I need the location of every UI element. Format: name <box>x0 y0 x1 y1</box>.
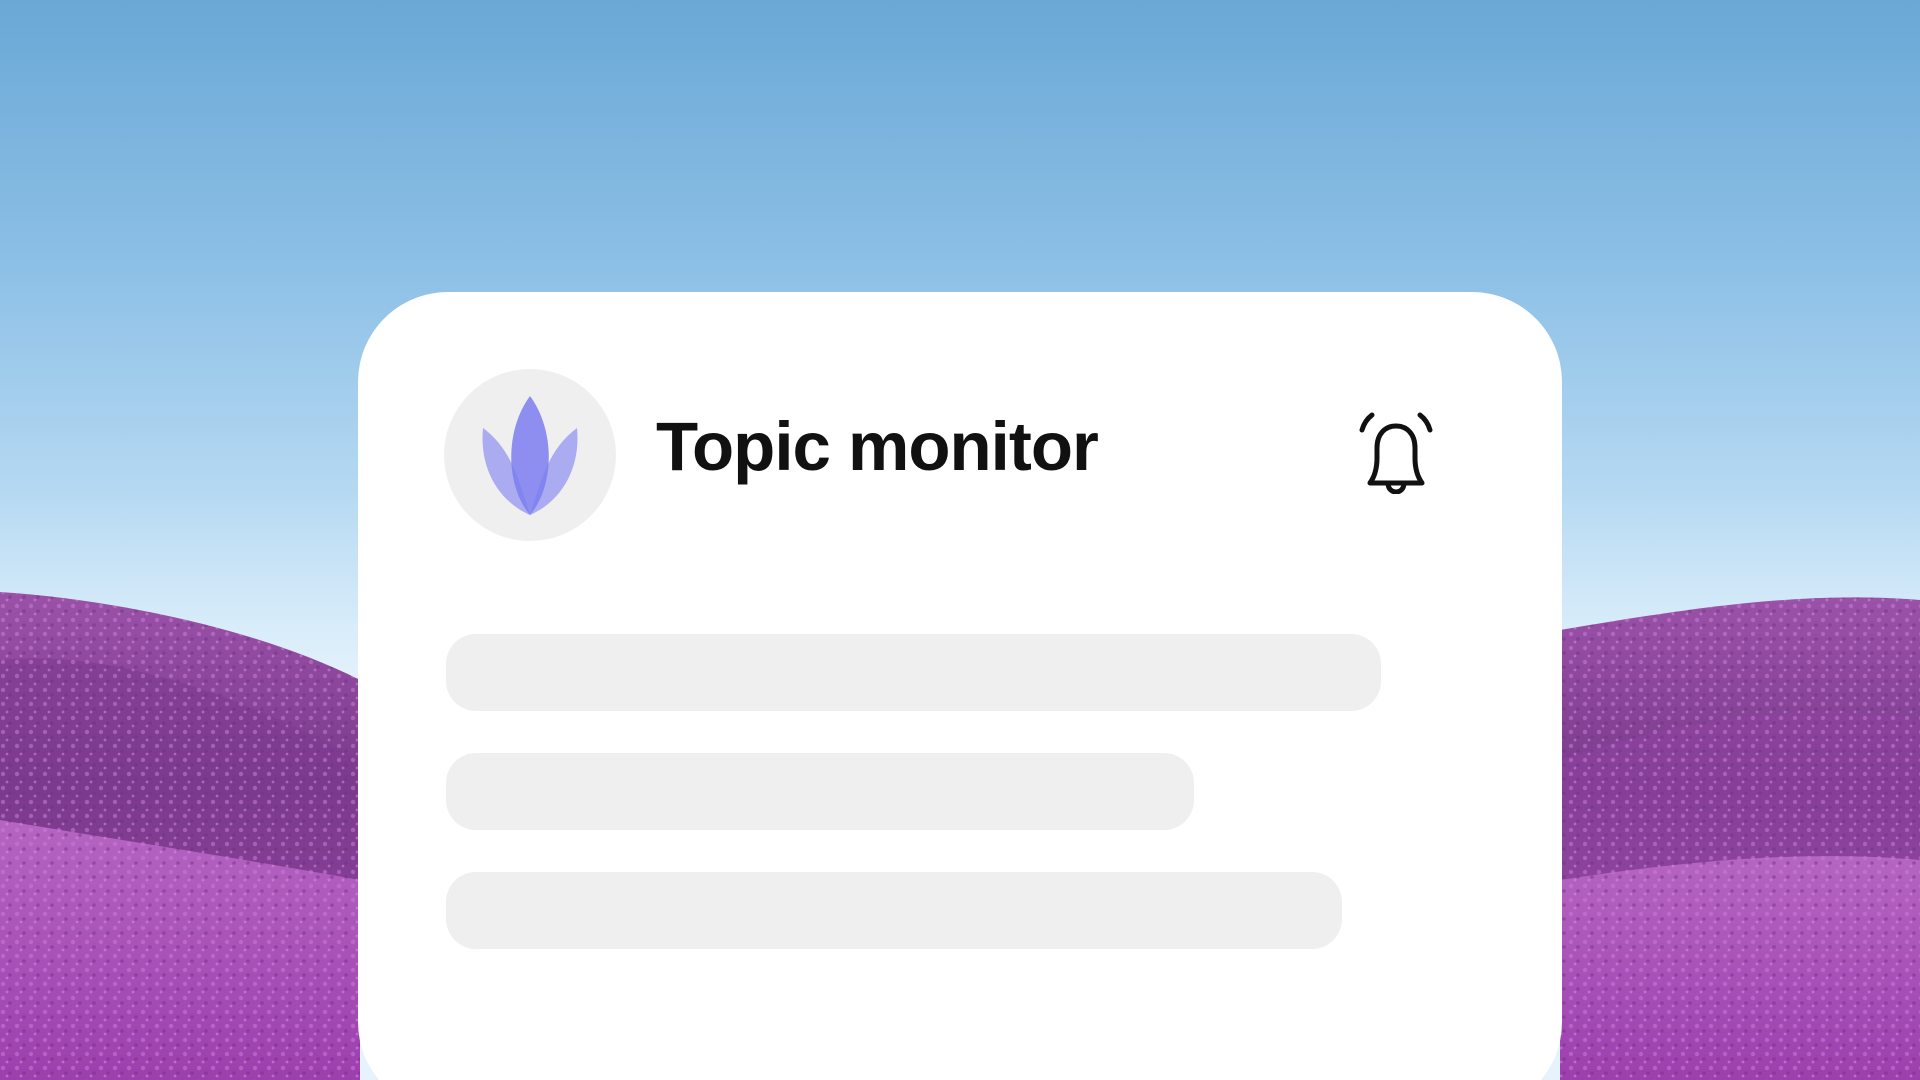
skeleton-line <box>446 753 1194 830</box>
skeleton-line <box>446 872 1342 949</box>
topic-monitor-card: Topic monitor <box>358 292 1562 1080</box>
bell-icon <box>1359 412 1433 495</box>
notification-button[interactable] <box>1354 410 1438 495</box>
page-title: Topic monitor <box>656 408 1099 485</box>
lotus-logo-icon <box>482 396 578 515</box>
app-stage: Topic monitor <box>0 0 1920 1080</box>
app-logo <box>444 369 616 541</box>
skeleton-line <box>446 634 1381 711</box>
